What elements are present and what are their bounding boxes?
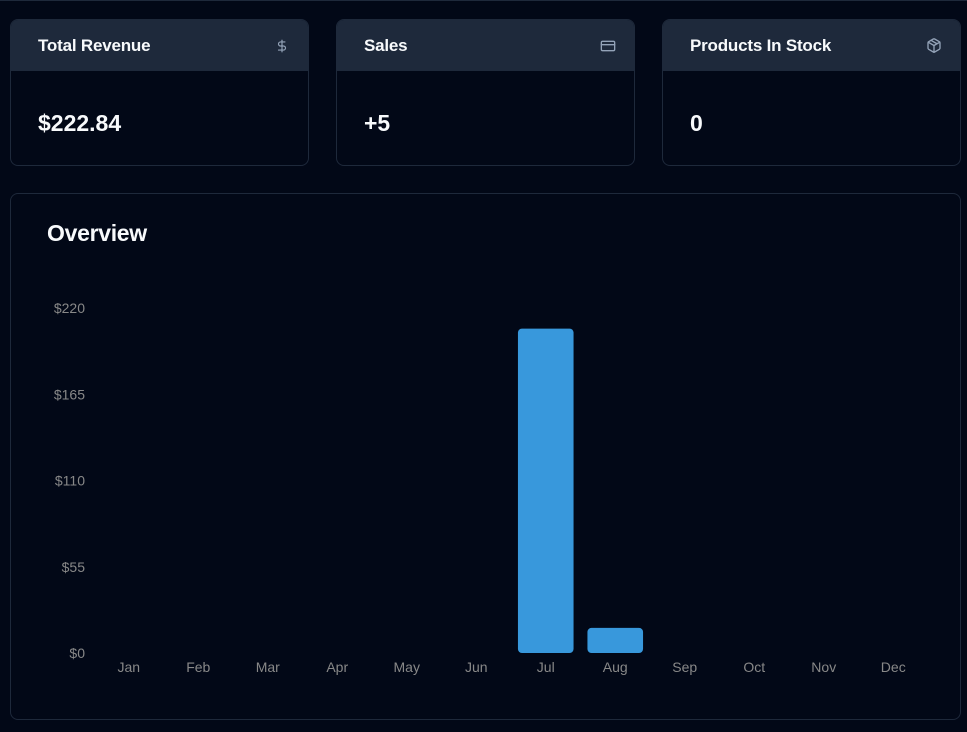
- y-tick-label: $165: [54, 386, 85, 402]
- x-tick-label: Jul: [537, 659, 555, 675]
- card-title: Sales: [364, 35, 408, 55]
- card-title: Products In Stock: [690, 35, 832, 55]
- overview-bar-chart: $0 $55 $110 $165 $220 Jan Feb Mar Apr May Jun Jul Au…: [54, 300, 906, 675]
- products-in-stock-card: Products In Stock 0: [662, 19, 961, 166]
- overview-panel: Overview $0 $55 $110 $165 $220 Jan Feb Mar Apr Ma…: [10, 193, 961, 720]
- package-icon: [926, 38, 942, 54]
- x-tick-label: Sep: [672, 659, 697, 675]
- card-header: Sales: [337, 20, 634, 71]
- y-tick-label: $55: [62, 559, 86, 575]
- x-tick-label: Mar: [256, 659, 280, 675]
- card-value: +5: [364, 110, 391, 136]
- x-tick-label: Feb: [186, 659, 210, 675]
- card-title: Total Revenue: [38, 35, 151, 55]
- y-tick-label: $110: [55, 473, 85, 489]
- x-tick-label: Apr: [326, 659, 348, 675]
- bar-aug: [587, 627, 644, 653]
- x-tick-label: Jan: [117, 659, 140, 675]
- x-tick-label: Nov: [811, 659, 836, 675]
- x-tick-label: Dec: [881, 659, 906, 675]
- card-value: 0: [690, 110, 703, 136]
- card-value: $222.84: [38, 110, 122, 136]
- card-header: Total Revenue: [11, 20, 308, 71]
- card-header: Products In Stock: [663, 20, 960, 71]
- bar-jul: [517, 328, 574, 653]
- sales-card: Sales +5: [336, 19, 635, 166]
- top-divider: [0, 0, 967, 1]
- x-tick-label: Oct: [743, 659, 765, 675]
- x-tick-label: Jun: [465, 659, 488, 675]
- total-revenue-card: Total Revenue $222.84: [10, 19, 309, 166]
- y-tick-label: $220: [54, 300, 85, 316]
- x-tick-label: May: [394, 659, 420, 675]
- y-tick-label: $0: [69, 645, 85, 661]
- dollar-icon: [274, 38, 290, 54]
- credit-card-icon: [600, 38, 616, 54]
- x-tick-label: Aug: [603, 659, 628, 675]
